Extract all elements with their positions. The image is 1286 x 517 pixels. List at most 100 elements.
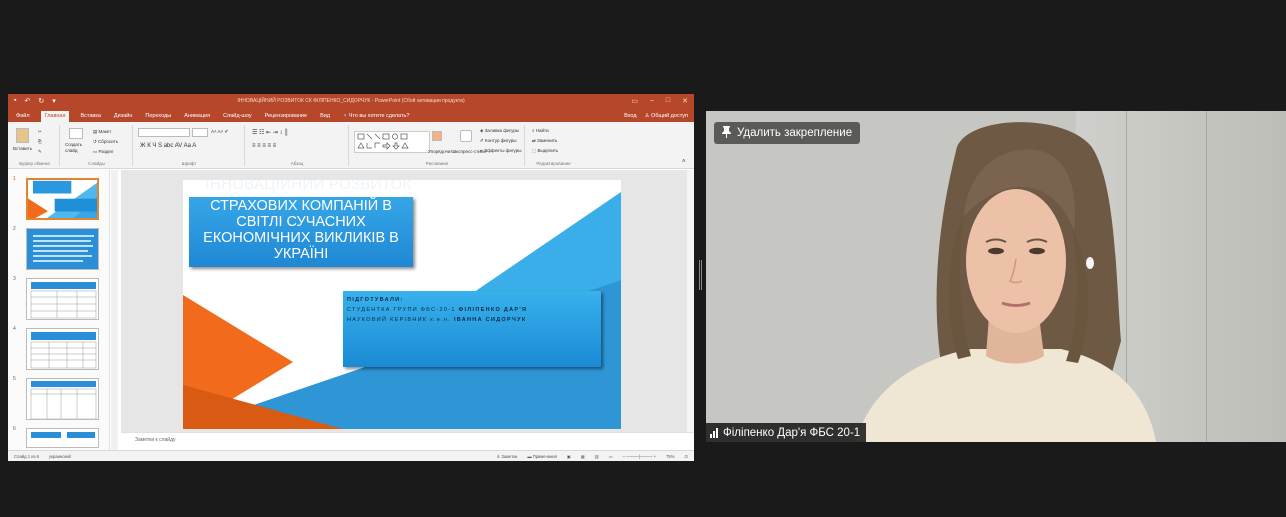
- signin-link[interactable]: Вход: [624, 113, 636, 119]
- fit-slide-icon[interactable]: ⊡: [684, 454, 688, 459]
- shapes-gallery[interactable]: [354, 131, 430, 153]
- notes-placeholder: Заметки к слайду: [135, 437, 176, 443]
- notes-pane[interactable]: Заметки к слайду: [121, 432, 694, 450]
- replace-button[interactable]: ⇄ Заменить: [532, 138, 557, 144]
- slide-scrollbar[interactable]: [687, 170, 694, 450]
- share-button[interactable]: ♙ Общий доступ: [645, 113, 688, 119]
- clipboard-label: Буфер обмена: [19, 161, 50, 166]
- slide-thumbnail[interactable]: [26, 178, 99, 220]
- student-line: СТУДЕНТКА ГРУПИ ФБС-20-1 ФІЛІПЕНКО ДАР'Я: [347, 307, 528, 313]
- shape-effects-button[interactable]: ◐ Эффекты фигуры: [480, 148, 521, 153]
- tab-transitions[interactable]: Переходы: [143, 113, 173, 122]
- split-divider-handle[interactable]: [699, 260, 702, 290]
- quick-styles-icon[interactable]: [460, 130, 472, 142]
- slide-thumbnail[interactable]: [26, 378, 99, 420]
- zoom-level[interactable]: 75%: [666, 454, 674, 459]
- editing-label: Редактирование: [536, 161, 571, 166]
- tab-review[interactable]: Рецензирование: [263, 113, 309, 122]
- shape-fill-button[interactable]: ◈ Заливка фигуры: [480, 128, 519, 134]
- tab-view[interactable]: Вид: [318, 113, 332, 122]
- participant-name: Філіпенко Дар'я ФБС 20-1: [723, 426, 861, 439]
- language-indicator[interactable]: украинский: [49, 454, 71, 459]
- slides-label: Слайды: [88, 161, 105, 166]
- format-painter-icon[interactable]: ✎: [38, 149, 42, 155]
- slide-title-ghost: ІННОВАЦІЙНИЙ РОЗВИТОК: [205, 180, 412, 193]
- copy-icon[interactable]: ⎘: [38, 139, 42, 144]
- arrange-icon[interactable]: [432, 131, 442, 141]
- comments-toggle[interactable]: ▬ Примечания: [527, 454, 557, 459]
- unpin-button[interactable]: Удалить закрепление: [714, 122, 861, 144]
- shared-powerpoint-window: ▪ ↶ ↻ ▾ ІННОВАЦІЙНИЙ РОЗВИТОК СК ФІЛІПЕН…: [8, 94, 694, 461]
- thumb-number: 4: [13, 326, 16, 332]
- slide-authors-box[interactable]: ПІДГОТУВАЛИ: СТУДЕНТКА ГРУПИ ФБС-20-1 ФІ…: [343, 291, 601, 367]
- select-button[interactable]: ⬚ Выделить: [532, 148, 558, 154]
- collapse-ribbon-icon[interactable]: ˄: [682, 159, 686, 165]
- participant-video: [856, 122, 1156, 442]
- reset-button[interactable]: ↺ Сбросить: [93, 139, 118, 145]
- current-slide[interactable]: ІННОВАЦІЙНИЙ РОЗВИТОК СТРАХОВИХ КОМПАНІЙ…: [183, 180, 621, 429]
- grow-font-icon[interactable]: A˄ A˅ ✐: [211, 129, 228, 135]
- zoom-slider[interactable]: – ———|——— +: [623, 454, 656, 459]
- thumbnails-scrollbar[interactable]: [111, 170, 118, 450]
- slide-thumbnail[interactable]: [26, 428, 99, 448]
- thumb-number: 6: [13, 426, 16, 432]
- section-button[interactable]: ▭ Раздел: [93, 149, 113, 155]
- group-font: A˄ A˅ ✐ Ж К Ч S abc AV Aa A Шрифт: [134, 125, 245, 166]
- thumb-number: 5: [13, 376, 16, 382]
- view-reading-icon[interactable]: ▥: [595, 454, 599, 459]
- cut-icon[interactable]: ✂: [38, 129, 42, 135]
- tab-animation[interactable]: Анимация: [182, 113, 212, 122]
- paste-icon[interactable]: [16, 128, 29, 143]
- thumb-number: 1: [13, 176, 16, 182]
- status-bar: Слайд 1 из 6 украинский ≙ Заметки ▬ Прим…: [8, 450, 694, 461]
- view-sorter-icon[interactable]: ▦: [581, 454, 585, 459]
- tab-home[interactable]: Главная: [40, 111, 70, 122]
- title-bar: ▪ ↶ ↻ ▾ ІННОВАЦІЙНИЙ РОЗВИТОК СК ФІЛІПЕН…: [8, 94, 694, 108]
- group-slides: Создать слайд ▤ Макет ↺ Сбросить ▭ Разде…: [61, 125, 133, 166]
- tab-design[interactable]: Дизайн: [112, 113, 135, 122]
- ribbon-tabs: Файл Главная Вставка Дизайн Переходы Ани…: [8, 108, 694, 122]
- shape-outline-button[interactable]: ✐ Контур фигуры: [480, 138, 517, 144]
- arrange-button[interactable]: Упорядочить: [428, 149, 455, 154]
- tell-me-search[interactable]: ♀ Что вы хотите сделать?: [341, 113, 411, 122]
- list-buttons[interactable]: ☰ ☷ ⇤ ⇥ ↕ ║: [252, 129, 288, 136]
- tab-slideshow[interactable]: Слайд-шоу: [221, 113, 254, 122]
- view-slideshow-icon[interactable]: ▭: [609, 454, 613, 459]
- find-button[interactable]: ⌕ Найти: [532, 128, 549, 133]
- meeting-stage: ▪ ↶ ↻ ▾ ІННОВАЦІЙНИЙ РОЗВИТОК СК ФІЛІПЕН…: [0, 0, 1286, 517]
- new-slide-button[interactable]: Создать слайд: [65, 142, 91, 154]
- slide-editor: ІННОВАЦІЙНИЙ РОЗВИТОК СТРАХОВИХ КОМПАНІЙ…: [121, 170, 694, 432]
- group-clipboard: Вставить ✂ ⎘ ✎ Буфер обмена: [10, 125, 60, 166]
- group-drawing: Упорядочить Экспресс-стили ◈ Заливка фиг…: [350, 125, 525, 166]
- notes-toggle[interactable]: ≙ Заметки: [497, 454, 518, 459]
- unpin-label: Удалить закрепление: [737, 127, 853, 139]
- slide-title[interactable]: СТРАХОВИХ КОМПАНІЙ В СВІТЛІ СУЧАСНИХ ЕКО…: [189, 197, 413, 267]
- pin-icon: [722, 125, 731, 141]
- font-size-select[interactable]: [192, 128, 208, 137]
- thumb-number: 3: [13, 276, 16, 282]
- advisor-line: НАУКОВИЙ КЕРІВНИК к.е.н. ІВАННА СИДОРЧУК: [347, 317, 527, 323]
- tab-insert[interactable]: Вставка: [78, 113, 102, 122]
- align-buttons[interactable]: ≡ ≡ ≡ ≡ ≡: [252, 143, 276, 149]
- slide-counter: Слайд 1 из 6: [14, 453, 39, 459]
- layout-button[interactable]: ▤ Макет: [93, 129, 111, 135]
- paragraph-label: Абзац: [290, 161, 304, 166]
- slide-thumbnail[interactable]: [26, 328, 99, 370]
- signal-strength-icon: [710, 427, 718, 438]
- slide-thumbnail[interactable]: [26, 278, 99, 320]
- view-normal-icon[interactable]: ▣: [567, 454, 571, 459]
- prepared-label: ПІДГОТУВАЛИ:: [347, 297, 404, 303]
- slide-thumbnails-panel: 1 2 3 4 5 6: [8, 170, 110, 450]
- group-paragraph: ☰ ☷ ⇤ ⇥ ↕ ║ ≡ ≡ ≡ ≡ ≡ Абзац: [246, 125, 349, 166]
- tab-file[interactable]: Файл: [14, 113, 32, 122]
- participant-name-tag: Філіпенко Дар'я ФБС 20-1: [706, 423, 867, 442]
- font-name-select[interactable]: [138, 128, 190, 137]
- participant-video-tile[interactable]: Удалить закрепление Філіпенко Дар'я ФБС …: [706, 111, 1286, 442]
- new-slide-icon[interactable]: [69, 128, 83, 139]
- thumb-number: 2: [13, 226, 16, 232]
- window-title: ІННОВАЦІЙНИЙ РОЗВИТОК СК ФІЛІПЕНКО_СИДОР…: [237, 98, 465, 104]
- slide-thumbnail[interactable]: [26, 228, 99, 270]
- paste-button[interactable]: Вставить: [13, 146, 32, 151]
- font-format-buttons[interactable]: Ж К Ч S abc AV Aa A: [140, 143, 196, 149]
- font-label: Шрифт: [181, 161, 197, 166]
